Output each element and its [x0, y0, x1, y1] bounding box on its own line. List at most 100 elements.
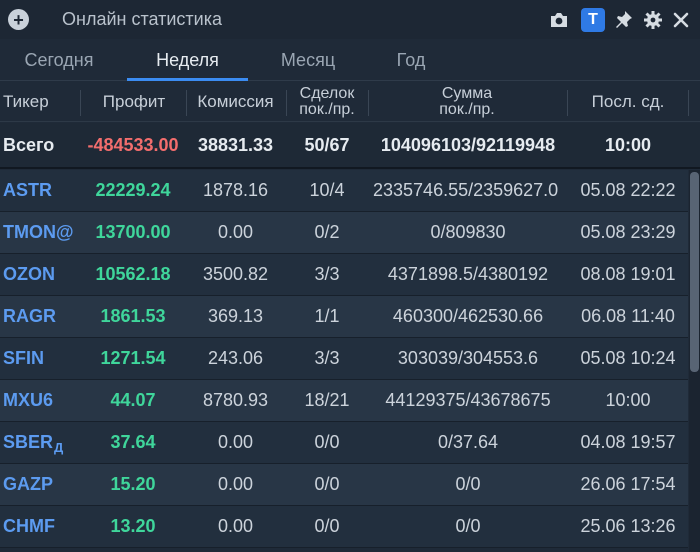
column-divider[interactable] [688, 90, 689, 116]
last-deal-cell: 10:00 [605, 390, 651, 410]
profit-cell: 10562.18 [95, 264, 171, 284]
ticker-cell: SFIN [3, 348, 45, 368]
last-deal-cell: 06.08 11:40 [581, 306, 675, 326]
total-deals: 50/67 [304, 134, 350, 155]
sum-cell: 44129375/43678675 [385, 390, 551, 410]
profit-cell: 15.20 [110, 474, 156, 494]
table-row[interactable]: MXU6 44.07 8780.93 18/21 44129375/436786… [0, 380, 688, 422]
header-deals-line2: пок./пр. [299, 101, 355, 118]
title-bar: + Онлайн статистика T [0, 0, 700, 39]
commission-cell: 0.00 [217, 516, 254, 536]
last-deal-cell: 08.08 19:01 [580, 264, 676, 284]
ticker-cell: SBER Д [0, 422, 80, 463]
header-ticker[interactable]: Тикер [0, 82, 60, 122]
commission-cell: 0.00 [217, 222, 254, 242]
tab-year[interactable]: Год [362, 39, 460, 81]
statistics-table-body: ASTR 22229.24 1878.16 10/4 2335746.55/23… [0, 170, 688, 552]
sum-cell: 460300/462530.66 [392, 306, 544, 326]
sum-cell: 0/0 [455, 474, 481, 494]
total-label: Всего [3, 134, 55, 155]
commission-cell: 1878.16 [202, 180, 269, 200]
table-row[interactable]: SBER Д 37.64 0.00 0/0 0/37.64 04.08 19:57 [0, 422, 688, 464]
ticker-name: SBER [3, 432, 54, 452]
profit-cell: 1861.53 [100, 306, 166, 326]
total-sum: 104096103/92119948 [380, 134, 556, 155]
last-deal-cell: 26.06 17:54 [580, 474, 676, 494]
sum-cell: 303039/304553.6 [397, 348, 539, 368]
profit-cell: 13700.00 [95, 222, 171, 242]
header-deals-line1: Сделок [299, 85, 355, 102]
ticker-cell: CHMF [3, 516, 55, 536]
ticker-cell: GAZP [3, 474, 54, 494]
sum-cell: 0/37.64 [437, 432, 499, 452]
close-icon[interactable] [670, 8, 692, 32]
header-deals[interactable]: Сделок пок./пр. [287, 82, 367, 122]
ticker-cell: OZON [3, 264, 55, 284]
settings-icon[interactable] [642, 8, 664, 32]
ticker-subscript: Д [54, 440, 64, 455]
deals-cell: 3/3 [314, 264, 340, 284]
commission-cell: 243.06 [207, 348, 264, 368]
last-deal-cell: 04.08 19:57 [580, 432, 676, 452]
active-tab-indicator [127, 78, 248, 81]
commission-cell: 8780.93 [202, 390, 269, 410]
total-row: Всего -484533.00 38831.33 50/67 10409610… [0, 123, 700, 169]
total-profit: -484533.00 [87, 134, 179, 155]
table-row[interactable]: CHMF 13.20 0.00 0/0 0/0 25.06 13:26 [0, 506, 688, 548]
total-last-deal: 10:00 [604, 134, 652, 155]
deals-cell: 3/3 [314, 348, 340, 368]
add-icon[interactable]: + [8, 9, 29, 30]
deals-cell: 0/0 [314, 474, 340, 494]
commission-cell: 3500.82 [202, 264, 269, 284]
last-deal-cell: 25.06 13:26 [580, 516, 676, 536]
header-commission[interactable]: Комиссия [187, 82, 284, 122]
sum-cell: 2335746.55/2359627.0 [373, 180, 559, 200]
ticker-cell: MXU6 [3, 390, 54, 410]
tab-week[interactable]: Неделя [127, 39, 248, 81]
total-commission: 38831.33 [197, 134, 274, 155]
tab-today[interactable]: Сегодня [0, 39, 118, 81]
table-row[interactable]: SFIN 1271.54 243.06 3/3 303039/304553.6 … [0, 338, 688, 380]
deals-cell: 10/4 [309, 180, 345, 200]
ticker-cell: RAGR [3, 306, 56, 326]
column-divider[interactable] [80, 90, 81, 116]
last-deal-cell: 05.08 23:29 [580, 222, 676, 242]
sum-cell: 0/0 [455, 516, 481, 536]
commission-cell: 369.13 [207, 306, 264, 326]
header-last-deal[interactable]: Посл. сд. [568, 82, 688, 122]
last-deal-cell: 05.08 10:24 [580, 348, 676, 368]
deals-cell: 0/0 [314, 432, 340, 452]
pin-icon[interactable] [613, 8, 635, 32]
deals-cell: 0/2 [314, 222, 340, 242]
table-row[interactable]: TMON@ 13700.00 0.00 0/2 0/809830 05.08 2… [0, 212, 688, 254]
table-row[interactable]: GAZP 15.20 0.00 0/0 0/0 26.06 17:54 [0, 464, 688, 506]
tab-month[interactable]: Месяц [258, 39, 358, 81]
ticker-cell: TMON@ [3, 222, 74, 242]
profit-cell: 13.20 [110, 516, 156, 536]
deals-cell: 1/1 [314, 306, 340, 326]
profit-cell: 22229.24 [95, 180, 171, 200]
scrollbar-thumb[interactable] [690, 172, 699, 372]
deals-cell: 0/0 [314, 516, 340, 536]
table-row[interactable]: ASTR 22229.24 1878.16 10/4 2335746.55/23… [0, 170, 688, 212]
header-sum-line1: Сумма [441, 85, 493, 102]
commission-cell: 0.00 [217, 474, 254, 494]
profit-cell: 37.64 [110, 432, 156, 452]
ticker-cell: ASTR [3, 180, 52, 200]
header-sum-line2: пок./пр. [439, 101, 495, 118]
sum-cell: 4371898.5/4380192 [387, 264, 549, 284]
table-header: Тикер Профит Комиссия Сделок пок./пр. Су… [0, 82, 700, 122]
table-row[interactable]: RAGR 1861.53 369.13 1/1 460300/462530.66… [0, 296, 688, 338]
period-tabs: Сегодня Неделя Месяц Год [0, 39, 700, 81]
last-deal-cell: 05.08 22:22 [580, 180, 676, 200]
window-title: Онлайн статистика [62, 9, 222, 29]
table-row[interactable]: OZON 10562.18 3500.82 3/3 4371898.5/4380… [0, 254, 688, 296]
camera-icon[interactable] [548, 8, 570, 32]
t-toggle-button[interactable]: T [581, 8, 605, 32]
deals-cell: 18/21 [304, 390, 350, 410]
header-sum[interactable]: Сумма пок./пр. [369, 82, 565, 122]
vertical-scrollbar[interactable] [689, 170, 700, 552]
profit-cell: 44.07 [110, 390, 156, 410]
header-profit[interactable]: Профит [84, 82, 184, 122]
commission-cell: 0.00 [217, 432, 254, 452]
